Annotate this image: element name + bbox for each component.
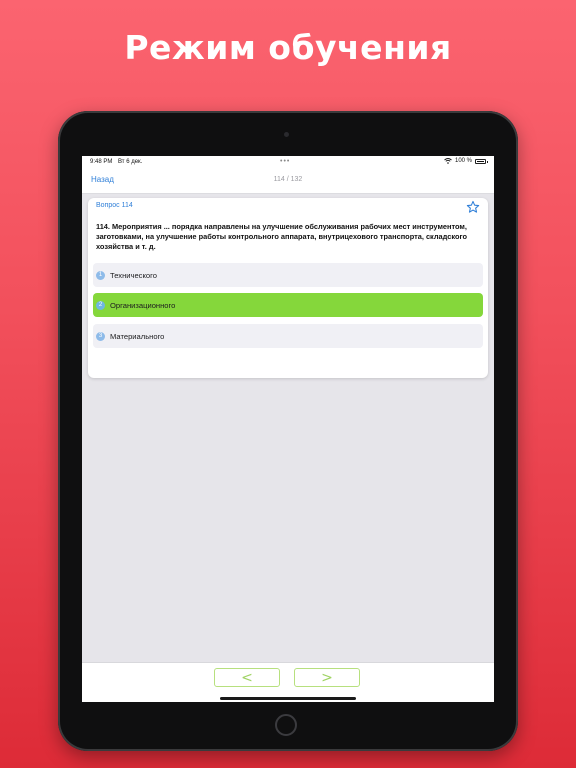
next-question-button[interactable]: > — [294, 668, 360, 687]
bottom-toolbar: < > — [82, 662, 494, 702]
home-button[interactable] — [275, 714, 297, 736]
navigation-bar: Назад 114 / 132 — [82, 168, 494, 194]
wifi-icon — [444, 158, 452, 164]
question-label: Вопрос 114 — [96, 202, 133, 209]
home-indicator — [220, 697, 356, 700]
status-time: 9:48 PM — [90, 159, 113, 165]
answer-number: 2 — [96, 300, 105, 310]
camera-dot — [284, 132, 289, 137]
answer-number: 1 — [96, 270, 105, 280]
previous-question-button[interactable]: < — [214, 668, 280, 687]
promo-title: Режим обучения — [124, 28, 452, 67]
answer-label: Технического — [110, 270, 157, 280]
question-counter: 114 / 132 — [273, 176, 303, 183]
star-icon[interactable] — [466, 200, 480, 214]
answer-label: Материального — [110, 331, 165, 341]
tablet-device: 9:48 PM Вт 6 дек. ••• 100 % Назад 114 / … — [58, 111, 518, 751]
answer-label: Организационного — [110, 300, 176, 310]
battery-icon — [475, 158, 488, 164]
multitask-dots[interactable]: ••• — [280, 158, 290, 165]
answer-option-2-correct[interactable]: 2 Организационного — [93, 293, 483, 317]
answer-option-3[interactable]: 3 Материального — [93, 324, 483, 348]
answer-number: 3 — [96, 331, 105, 341]
status-right: 100 % — [444, 158, 488, 164]
question-card: Вопрос 114 114. Мероприятия ... порядка … — [88, 198, 488, 378]
app-screen: 9:48 PM Вт 6 дек. ••• 100 % Назад 114 / … — [82, 156, 494, 702]
status-bar: 9:48 PM Вт 6 дек. ••• 100 % — [82, 156, 494, 168]
status-date: Вт 6 дек. — [118, 159, 143, 165]
battery-percent: 100 % — [454, 158, 472, 164]
answer-option-1[interactable]: 1 Технического — [93, 263, 483, 287]
question-text: 114. Мероприятия ... порядка направлены … — [96, 222, 467, 251]
